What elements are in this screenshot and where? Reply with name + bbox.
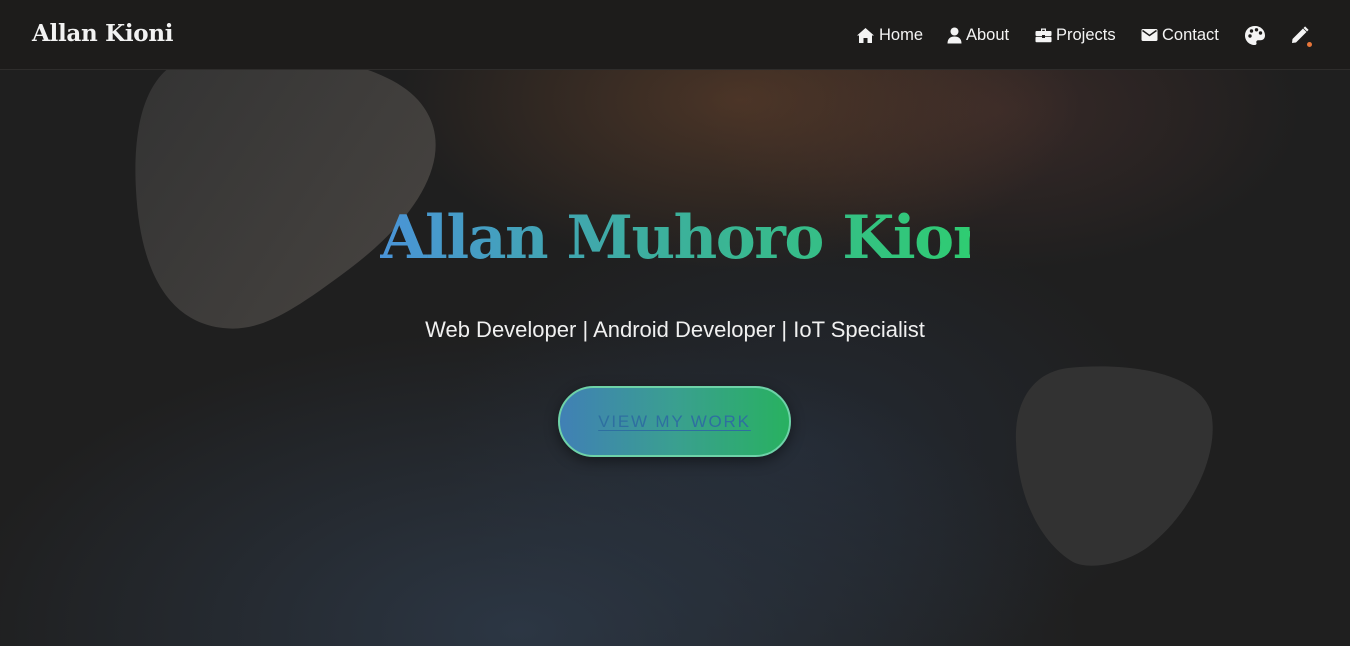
nav-link-label: Home (879, 25, 924, 44)
hero-title: Allan Muhoro Kioni (380, 198, 1018, 278)
nav-link-home[interactable]: Home (856, 24, 923, 46)
notification-dot (1307, 42, 1312, 47)
nav-link-projects[interactable]: Projects (1035, 24, 1116, 46)
envelope-icon (1141, 28, 1158, 42)
navbar: Allan Kioni Home About Projects Contact (0, 0, 1350, 70)
nav-link-about[interactable]: About (947, 24, 1009, 46)
edit-button[interactable] (1290, 26, 1309, 50)
view-my-work-button[interactable]: VIEW MY WORK (558, 386, 791, 457)
hero-section: Allan Muhoro Kioni Web Developer | Andro… (0, 70, 1350, 646)
hero-subtitle: Web Developer | Android Developer | IoT … (425, 317, 925, 342)
brand-logo[interactable]: Allan Kioni (32, 20, 173, 47)
user-icon (947, 27, 962, 44)
briefcase-icon (1035, 27, 1052, 43)
decorative-blob (1015, 366, 1213, 566)
portfolio-page: Allan Kioni Home About Projects Contact (0, 0, 1350, 646)
palette-icon (1244, 26, 1266, 50)
cta-label: VIEW MY WORK (598, 411, 751, 431)
theme-toggle-button[interactable] (1244, 25, 1266, 51)
home-icon (856, 27, 875, 44)
nav-link-label: About (966, 25, 1010, 44)
pencil-icon (1290, 26, 1309, 49)
nav-link-contact[interactable]: Contact (1141, 24, 1219, 46)
nav-link-label: Projects (1056, 25, 1116, 44)
nav-link-label: Contact (1162, 25, 1219, 44)
